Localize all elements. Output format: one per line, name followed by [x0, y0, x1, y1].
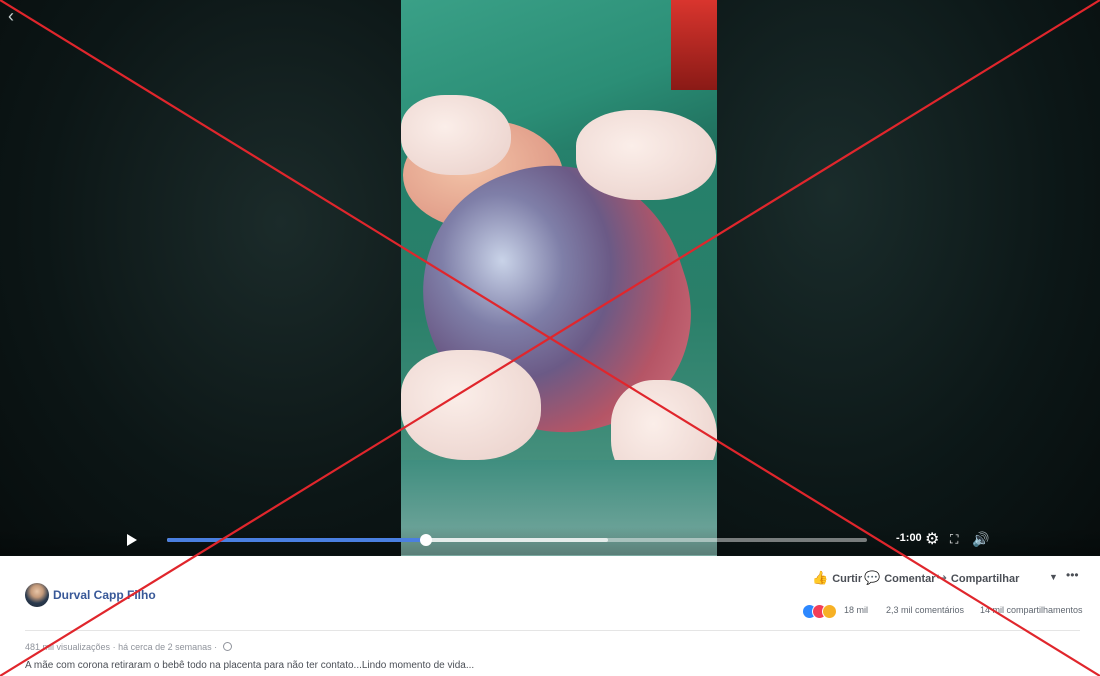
- post-time[interactable]: há cerca de 2 semanas: [118, 642, 212, 652]
- time-remaining: -1:00: [896, 532, 922, 544]
- comment-count[interactable]: 2,3 mil comentários: [886, 605, 964, 615]
- like-button[interactable]: 👍 Curtir: [812, 570, 862, 586]
- meta-separator-2: ·: [214, 642, 218, 652]
- video-player[interactable]: ‹ -1:00 ⚙ ⛶ 🔊: [0, 0, 1100, 556]
- chevron-down-icon[interactable]: ▼: [1049, 572, 1058, 582]
- avatar[interactable]: [25, 583, 49, 607]
- video-frame[interactable]: [401, 0, 717, 556]
- progress-thumb[interactable]: [420, 534, 432, 546]
- comment-label: Comentar: [884, 573, 936, 585]
- share-icon: ↪: [936, 570, 947, 585]
- author-name[interactable]: Durval Capp Filho: [53, 588, 156, 602]
- care-reaction-icon: [822, 604, 837, 619]
- post-meta: 481 mil visualizações · há cerca de 2 se…: [25, 642, 232, 652]
- gear-icon[interactable]: ⚙: [925, 529, 939, 549]
- comment-icon: 💬: [864, 570, 881, 585]
- speaker-icon[interactable]: 🔊: [972, 531, 989, 548]
- thumbs-up-icon: 👍: [812, 570, 829, 585]
- red-equipment: [671, 0, 717, 90]
- share-label: Compartilhar: [950, 573, 1020, 585]
- comment-button[interactable]: 💬 Comentar: [864, 570, 936, 586]
- reaction-count[interactable]: 18 mil: [844, 605, 868, 615]
- divider: [25, 630, 1080, 631]
- gloved-hand-top-right: [576, 110, 716, 200]
- progress-fill: [167, 538, 426, 542]
- video-blur-left: [0, 0, 401, 556]
- chevron-left-icon[interactable]: ‹: [8, 6, 14, 27]
- gloved-hand-bottom-left: [401, 350, 541, 460]
- more-options-icon[interactable]: •••: [1066, 568, 1079, 582]
- meta-separator: ·: [112, 642, 116, 652]
- like-label: Curtir: [832, 573, 863, 585]
- post-caption: A mãe com corona retiraram o bebê todo n…: [25, 660, 475, 671]
- globe-icon: [222, 642, 232, 651]
- reaction-icons[interactable]: [802, 604, 842, 619]
- progress-bar[interactable]: [167, 534, 867, 546]
- video-blur-right: [717, 0, 1100, 556]
- fullscreen-icon[interactable]: ⛶: [950, 532, 958, 547]
- view-count: 481 mil visualizações: [25, 642, 111, 652]
- gloved-hand-top-left: [401, 95, 511, 175]
- play-icon[interactable]: [127, 534, 137, 546]
- share-count[interactable]: 14 mil compartilhamentos: [980, 605, 1083, 615]
- video-controls: -1:00 ⚙ ⛶ 🔊: [0, 527, 1100, 555]
- post-footer: Durval Capp Filho 👍 Curtir 💬 Comentar ↪ Com…: [0, 556, 1100, 676]
- share-button[interactable]: ↪ Compartilhar: [936, 570, 1019, 586]
